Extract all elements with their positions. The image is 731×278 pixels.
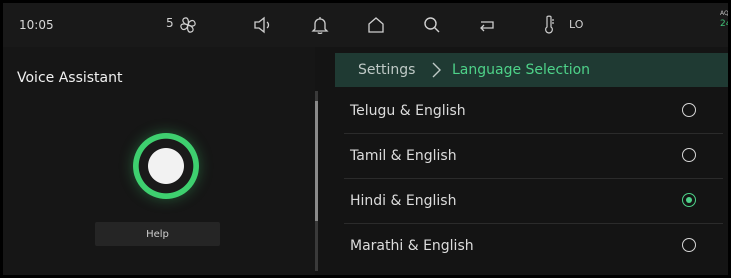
voice-assistant-orb-icon[interactable] [133,133,199,199]
home-icon[interactable] [364,13,388,37]
infotainment-screen: 10:05 5 LO AQ 2 Voice Assistant Help Set… [3,3,728,275]
fan-icon[interactable] [175,13,201,37]
breadcrumb: Settings Language Selection [335,53,728,87]
volume-icon[interactable] [250,13,276,37]
list-item-label: Tamil & English [350,148,457,164]
list-item-label: Telugu & English [350,103,466,119]
return-icon[interactable] [474,13,500,37]
language-option-tamil[interactable]: Tamil & English [344,134,723,179]
search-icon[interactable] [420,13,444,37]
temperature-value: LO [569,18,584,31]
air-quality-label: AQ [720,10,728,17]
help-button[interactable]: Help [95,222,220,246]
radio-button-selected[interactable] [682,193,696,207]
radio-button[interactable] [682,238,696,252]
clock: 10:05 [19,18,54,32]
status-bar: 10:05 5 LO AQ 2 [3,3,728,47]
bell-icon[interactable] [308,13,332,37]
list-item-label: Hindi & English [350,193,457,209]
language-option-telugu[interactable]: Telugu & English [344,89,723,134]
chevron-right-icon [430,61,442,83]
voice-assistant-panel: Voice Assistant Help [3,47,315,275]
thermometer-icon[interactable] [539,13,559,37]
scrollbar-thumb[interactable] [315,101,318,221]
radio-button[interactable] [682,103,696,117]
breadcrumb-settings-link[interactable]: Settings [358,62,415,78]
language-option-marathi[interactable]: Marathi & English [344,224,723,268]
radio-button[interactable] [682,148,696,162]
fan-speed-value: 5 [166,16,174,30]
page-title: Language Selection [452,62,591,78]
list-item-label: Marathi & English [350,238,474,254]
language-option-hindi[interactable]: Hindi & English [344,179,723,224]
voice-assistant-title: Voice Assistant [17,70,123,86]
air-quality-value: 24 [720,19,728,29]
language-list: Telugu & English Tamil & English Hindi &… [344,89,723,268]
